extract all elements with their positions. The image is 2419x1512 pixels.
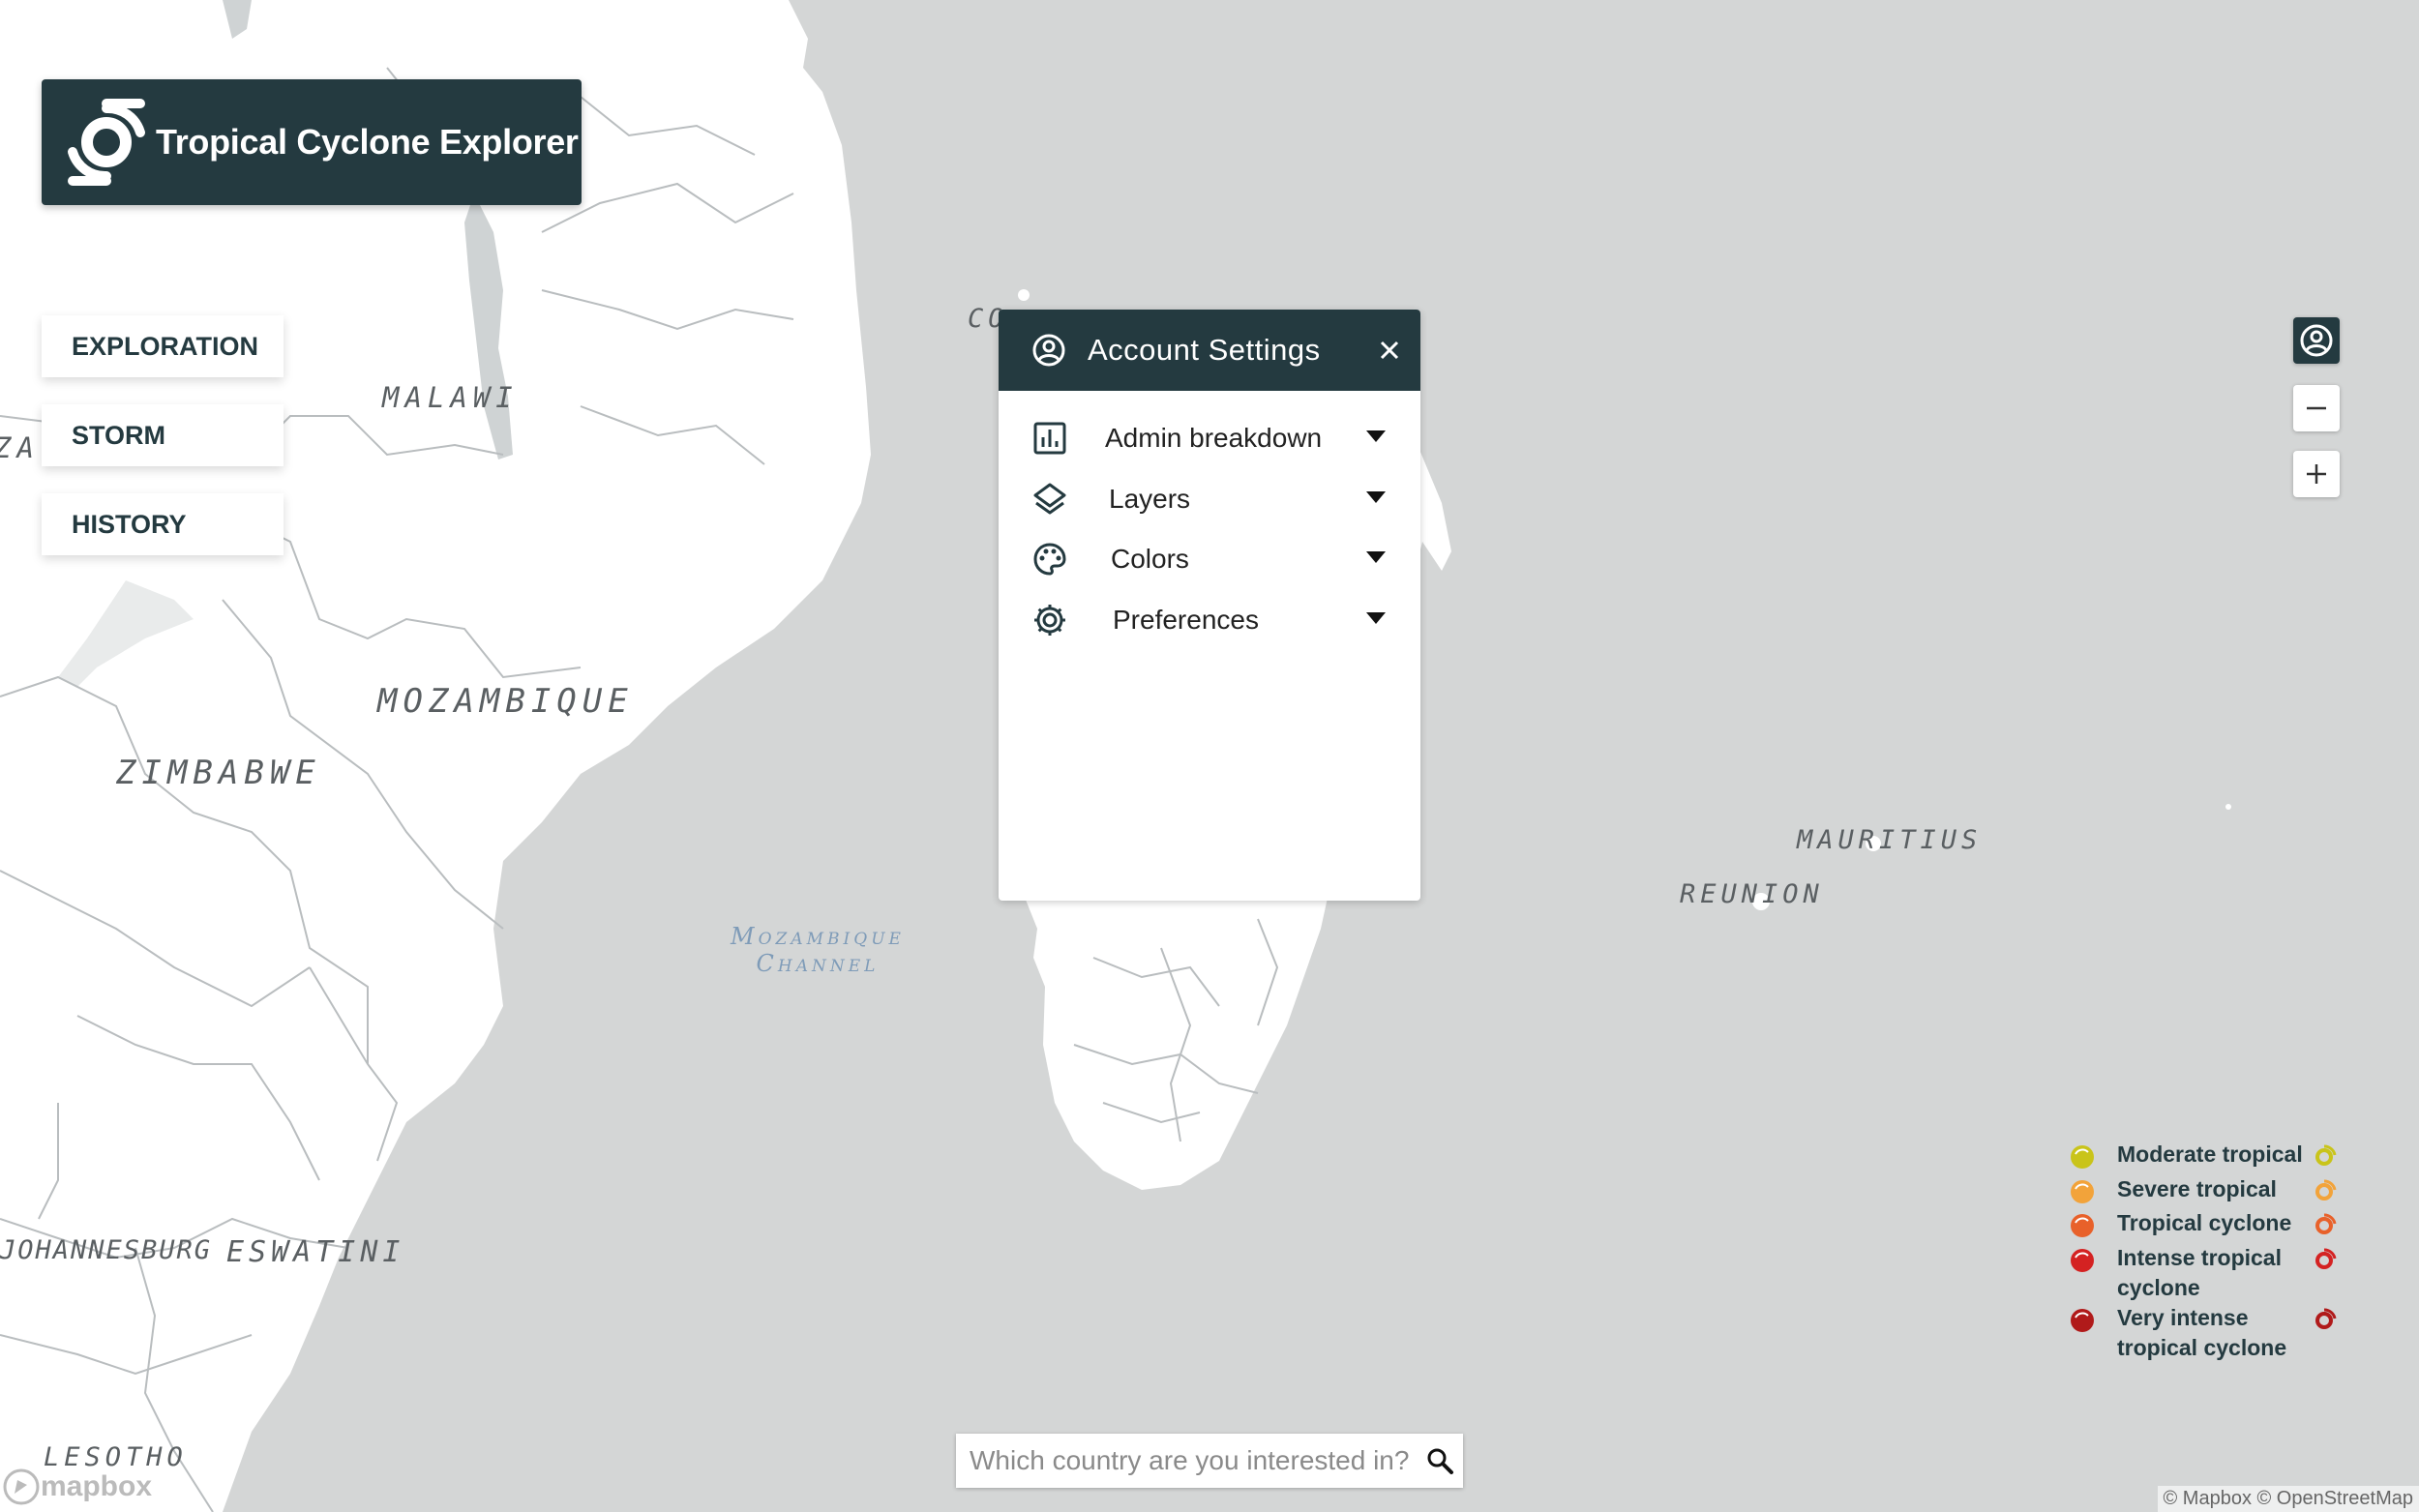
preferences-label: Preferences	[1113, 605, 1259, 635]
app-header: Tropical Cyclone Explorer	[42, 79, 582, 205]
zoom-out-button[interactable]	[2293, 385, 2340, 431]
map-label-za: ZA	[0, 431, 40, 464]
mapbox-logo-icon	[3, 1468, 40, 1505]
caret-down-icon	[1366, 551, 1386, 563]
caret-down-icon	[1366, 491, 1386, 503]
cyclone-swirl-icon	[2315, 1179, 2337, 1201]
channel-label-line2: Channel	[756, 950, 880, 977]
app-title: Tropical Cyclone Explorer	[156, 122, 579, 162]
close-button[interactable]	[1372, 333, 1407, 368]
map-label-mauritius: MAURITIUS	[1797, 825, 1983, 855]
map-label-mozambique: MOZAMBIQUE	[377, 682, 634, 721]
legend-dot-icon	[2071, 1180, 2094, 1203]
legend-label: Very intense tropical cyclone	[2117, 1305, 2287, 1360]
legend-dot-icon	[2071, 1309, 2094, 1332]
account-circle-icon	[1032, 334, 1065, 367]
map-label-malawi: MALAWI	[382, 381, 519, 414]
caret-down-icon	[1366, 612, 1386, 624]
palette-icon	[1033, 543, 1066, 576]
map-label-eswatini: ESWATINI	[226, 1235, 405, 1269]
panel-row-admin-breakdown[interactable]: Admin breakdown	[1031, 415, 1399, 461]
map-attribution[interactable]: © Mapbox © OpenStreetMap	[2157, 1486, 2419, 1512]
account-settings-panel: Account Settings Admin breakdown Layers	[999, 310, 1420, 901]
caret-down-icon	[1366, 430, 1386, 442]
layers-label: Layers	[1109, 484, 1191, 514]
admin-breakdown-label: Admin breakdown	[1105, 423, 1323, 453]
cyclone-swirl-icon	[2315, 1144, 2337, 1166]
account-button[interactable]	[2293, 317, 2340, 364]
legend-label: Intense tropical cyclone	[2117, 1245, 2282, 1300]
search-icon[interactable]	[1424, 1445, 1455, 1476]
nav-exploration[interactable]: EXPLORATION	[42, 315, 284, 377]
map-label-reunion: REUNION	[1680, 879, 1824, 909]
zoom-in-button[interactable]	[2293, 451, 2340, 497]
cyclone-swirl-icon	[2315, 1213, 2337, 1234]
country-search	[956, 1434, 1463, 1488]
nav-storm[interactable]: STORM	[42, 404, 284, 466]
panel-row-layers[interactable]: Layers	[1031, 476, 1399, 522]
mapbox-logo-text: mapbox	[41, 1470, 153, 1502]
panel-header: Account Settings	[999, 310, 1420, 391]
mapbox-logo[interactable]: mapbox	[2, 1468, 152, 1506]
map-label-mozambique-channel: Mozambique Channel	[697, 923, 939, 977]
legend-label: Severe tropical	[2117, 1176, 2277, 1201]
chart-icon	[1033, 422, 1066, 455]
map-label-johannesburg: JOHANNESBURG	[0, 1235, 213, 1265]
gear-icon	[1034, 605, 1065, 636]
legend-dot-icon	[2071, 1145, 2094, 1169]
plus-icon	[2307, 464, 2326, 484]
colors-label: Colors	[1111, 544, 1189, 574]
map-label-zimbabwe: ZIMBABWE	[116, 754, 321, 792]
panel-row-colors[interactable]: Colors	[1031, 536, 1399, 582]
cyclone-swirl-icon	[2315, 1308, 2337, 1329]
account-circle-icon	[2300, 324, 2333, 357]
cyclone-logo-icon	[68, 99, 145, 186]
nav-history[interactable]: HISTORY	[42, 493, 284, 555]
close-icon	[1380, 341, 1399, 360]
legend-dot-icon	[2071, 1249, 2094, 1272]
cyclone-swirl-icon	[2315, 1248, 2337, 1269]
panel-title: Account Settings	[1088, 333, 1321, 367]
country-search-input[interactable]	[968, 1444, 1426, 1477]
channel-label-line1: Mozambique	[731, 923, 905, 950]
panel-row-preferences[interactable]: Preferences	[1031, 597, 1399, 643]
legend-label: Tropical cyclone	[2117, 1210, 2292, 1235]
minus-icon	[2307, 406, 2326, 410]
legend-dot-icon	[2071, 1214, 2094, 1237]
layers-icon	[1033, 483, 1066, 515]
legend-label: Moderate tropical	[2117, 1141, 2303, 1167]
